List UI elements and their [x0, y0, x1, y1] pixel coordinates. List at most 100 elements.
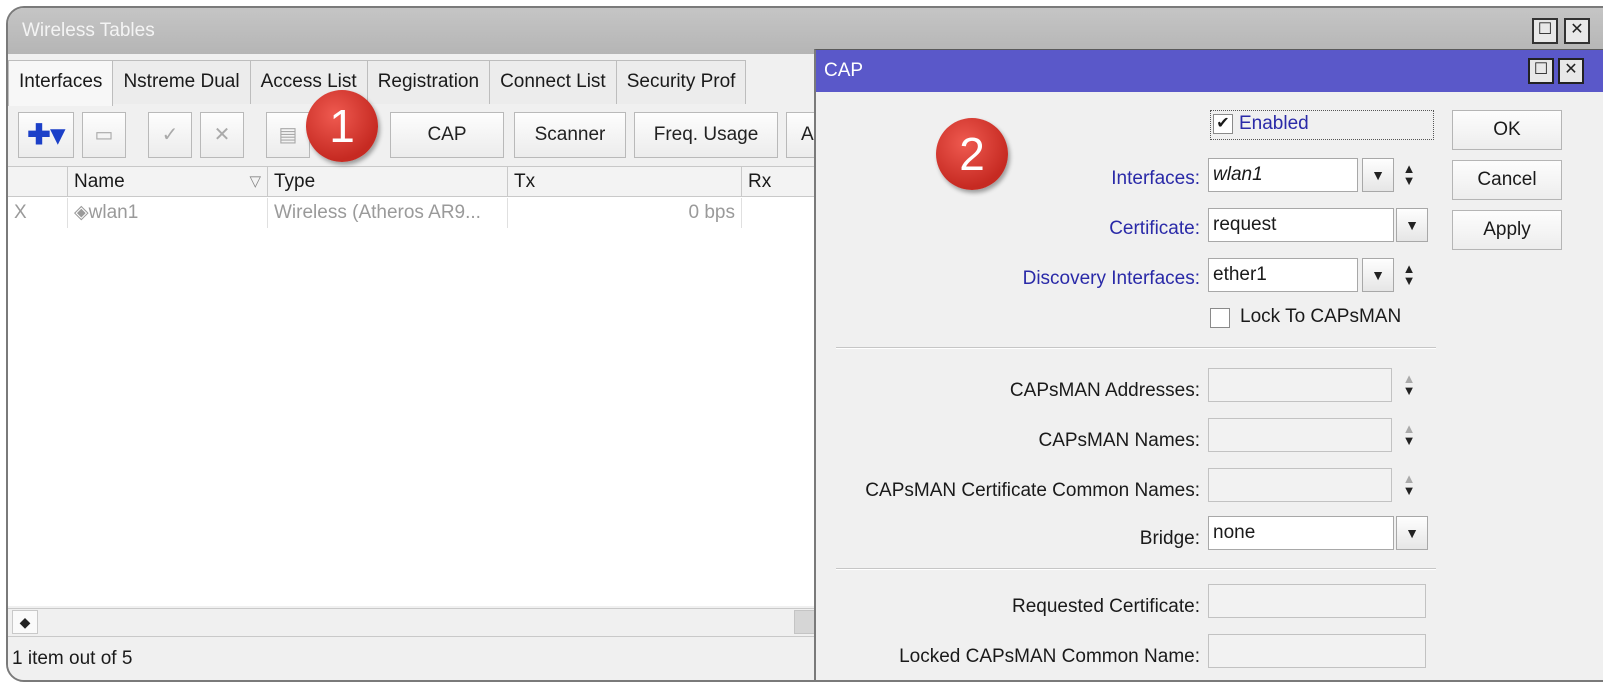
capsman-names-updown-icon[interactable]: ▲ ▼ [1398, 418, 1420, 452]
interfaces-field[interactable]: wlan1 [1208, 158, 1358, 192]
capsman-names-field[interactable] [1208, 418, 1392, 452]
capsman-addresses-updown-icon[interactable]: ▲ ▼ [1398, 368, 1420, 402]
tab-connect-list[interactable]: Connect List [489, 60, 617, 104]
capsman-cert-common-names-label: CAPsMAN Certificate Common Names: [865, 480, 1200, 501]
wireless-interface-icon: ◈ [74, 202, 89, 223]
certificate-dropdown-icon[interactable]: ▼ [1396, 208, 1428, 242]
row-name-text: wlan1 [88, 202, 139, 223]
interfaces-label: Interfaces: [1111, 168, 1200, 189]
locked-capsman-common-name-label-wrap: Locked CAPsMAN Common Name: [816, 640, 1200, 674]
capsman-addresses-label-wrap: CAPsMAN Addresses: [816, 374, 1200, 408]
apply-button[interactable]: Apply [1452, 210, 1562, 250]
tab-security-profiles[interactable]: Security Prof [615, 60, 747, 104]
enable-button[interactable]: ✓ [148, 112, 192, 158]
lock-to-capsman-label: Lock To CAPsMAN [1240, 306, 1402, 327]
interfaces-updown-icon[interactable]: ▲ ▼ [1398, 158, 1420, 192]
cap-dialog: CAP ☐ ✕ 2 ✔ Enabled Interfaces: wlan1 ▼ … [814, 49, 1603, 680]
enabled-checkbox-row[interactable]: ✔ Enabled [1210, 110, 1434, 140]
add-button[interactable]: ✚▾ [18, 112, 74, 158]
ok-button[interactable]: OK [1452, 110, 1562, 150]
certificate-field[interactable]: request [1208, 208, 1394, 242]
comment-button[interactable]: ▤ [266, 112, 310, 158]
horizontal-scrollbar[interactable]: ◆ [8, 608, 828, 634]
interfaces-label-wrap: Interfaces: [816, 162, 1200, 196]
bridge-label-wrap: Bridge: [816, 522, 1200, 556]
column-tx[interactable]: Tx [508, 167, 742, 197]
down-arrow-icon[interactable]: ▼ [1398, 484, 1420, 497]
note-icon: ▤ [278, 124, 298, 146]
cap-dialog-title: CAP [824, 60, 864, 81]
table-header: Name ▽ Type Tx Rx [8, 167, 828, 197]
lock-to-capsman-checkbox[interactable] [1210, 308, 1230, 328]
plus-icon: ✚▾ [27, 119, 65, 150]
row-name: ◈wlan1 [68, 198, 268, 228]
tab-nstreme-dual[interactable]: Nstreme Dual [112, 60, 251, 104]
separator [836, 347, 1436, 349]
down-arrow-icon[interactable]: ▼ [1398, 174, 1420, 187]
scroll-left-icon[interactable]: ◆ [12, 610, 38, 634]
cancel-button[interactable]: Cancel [1452, 160, 1562, 200]
capsman-cert-common-names-updown-icon[interactable]: ▲ ▼ [1398, 468, 1420, 502]
bridge-field[interactable]: none [1208, 516, 1394, 550]
freq-usage-button[interactable]: Freq. Usage [634, 112, 778, 158]
minus-icon: ▭ [94, 124, 114, 146]
close-icon[interactable]: ✕ [1564, 18, 1590, 44]
close-icon[interactable]: ✕ [1558, 58, 1584, 84]
capsman-names-label: CAPsMAN Names: [1038, 430, 1200, 451]
cross-icon: ✕ [213, 124, 231, 146]
tab-bar: Interfaces Nstreme Dual Access List Regi… [8, 60, 747, 106]
scanner-button[interactable]: Scanner [514, 112, 626, 158]
wireless-tables-titlebar: Wireless Tables ☐ ✕ [8, 8, 1603, 54]
bridge-dropdown-icon[interactable]: ▼ [1396, 516, 1428, 550]
certificate-label: Certificate: [1109, 218, 1200, 239]
table-row[interactable]: X ◈wlan1 Wireless (Atheros AR9... 0 bps [8, 198, 828, 228]
down-arrow-icon[interactable]: ▼ [1398, 434, 1420, 447]
enabled-label: Enabled [1239, 113, 1309, 134]
column-name-label: Name [74, 171, 125, 192]
down-arrow-icon[interactable]: ▼ [1398, 274, 1420, 287]
column-type[interactable]: Type [268, 167, 508, 197]
separator [836, 568, 1436, 570]
tab-registration[interactable]: Registration [366, 60, 491, 104]
down-arrow-icon[interactable]: ▼ [1398, 384, 1420, 397]
locked-capsman-common-name-field [1208, 634, 1426, 668]
column-flags[interactable] [8, 167, 68, 197]
row-flag: X [8, 198, 68, 228]
remove-button[interactable]: ▭ [82, 112, 126, 158]
maximize-icon[interactable]: ☐ [1532, 18, 1558, 44]
requested-certificate-label: Requested Certificate: [1012, 596, 1200, 617]
capsman-addresses-field[interactable] [1208, 368, 1392, 402]
sort-icon[interactable]: ▽ [249, 167, 261, 197]
discovery-interfaces-updown-icon[interactable]: ▲ ▼ [1398, 258, 1420, 292]
lock-to-capsman-row[interactable]: Lock To CAPsMAN [1210, 304, 1440, 334]
capsman-cert-common-names-field[interactable] [1208, 468, 1392, 502]
discovery-interfaces-label: Discovery Interfaces: [1022, 268, 1200, 289]
enabled-checkbox[interactable]: ✔ [1213, 114, 1233, 134]
cap-button[interactable]: CAP [390, 112, 504, 158]
toolbar: ✚▾ ▭ ✓ ✕ ▤ CAP Scanner Freq. Usage A [8, 112, 828, 160]
discovery-interfaces-field[interactable]: ether1 [1208, 258, 1358, 292]
interfaces-table: Name ▽ Type Tx Rx X ◈wlan1 Wireless (Ath… [8, 166, 828, 606]
row-tx: 0 bps [508, 198, 742, 228]
tab-interfaces[interactable]: Interfaces [8, 60, 114, 106]
step-badge-1: 1 [306, 90, 378, 162]
screenshot-frame: Wireless Tables ☐ ✕ Interfaces Nstreme D… [6, 6, 1603, 682]
maximize-icon[interactable]: ☐ [1528, 58, 1554, 84]
window-title: Wireless Tables [22, 20, 155, 41]
disable-button[interactable]: ✕ [200, 112, 244, 158]
cap-dialog-titlebar: CAP ☐ ✕ [816, 50, 1603, 92]
check-icon: ✓ [161, 124, 179, 146]
bridge-label: Bridge: [1139, 528, 1200, 549]
requested-certificate-label-wrap: Requested Certificate: [816, 590, 1200, 624]
requested-certificate-field [1208, 584, 1426, 618]
column-name[interactable]: Name ▽ [68, 167, 268, 197]
capsman-names-label-wrap: CAPsMAN Names: [816, 424, 1200, 458]
certificate-label-wrap: Certificate: [816, 212, 1200, 246]
status-bar: 1 item out of 5 [8, 636, 828, 680]
interfaces-dropdown-icon[interactable]: ▼ [1362, 158, 1394, 192]
row-type: Wireless (Atheros AR9... [268, 198, 508, 228]
capsman-cert-common-names-label-wrap: CAPsMAN Certificate Common Names: [816, 474, 1200, 508]
discovery-interfaces-dropdown-icon[interactable]: ▼ [1362, 258, 1394, 292]
locked-capsman-common-name-label: Locked CAPsMAN Common Name: [899, 646, 1200, 667]
discovery-interfaces-label-wrap: Discovery Interfaces: [816, 262, 1200, 296]
